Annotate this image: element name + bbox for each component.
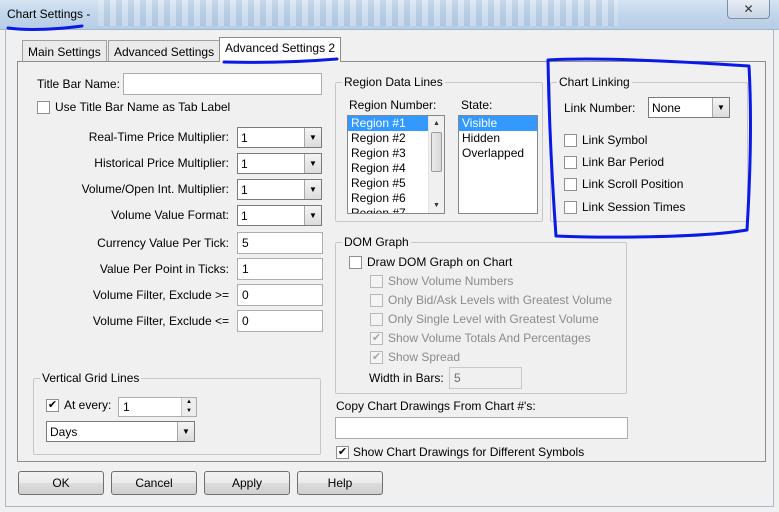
ok-button[interactable]: OK: [18, 471, 104, 495]
combo-value: 1: [241, 183, 248, 197]
region-number-list[interactable]: Region #1 Region #2 Region #3 Region #4 …: [347, 115, 445, 214]
check-icon: ✔: [47, 399, 58, 411]
chevron-down-icon: ▼: [304, 206, 321, 225]
field-label: Volume Value Format:: [111, 208, 229, 222]
volume-filter-lte-input[interactable]: 0: [237, 310, 323, 332]
show-drawings-label: Show Chart Drawings for Different Symbol…: [353, 445, 585, 459]
panel-content: Title Bar Name: Use Title Bar Name as Ta…: [0, 0, 779, 512]
link-session-times-checkbox[interactable]: [564, 201, 577, 214]
only-single-level-checkbox[interactable]: [370, 313, 383, 326]
real-time-price-multiplier-combo[interactable]: 1 ▼: [237, 127, 322, 148]
show-volume-totals-checkbox[interactable]: ✔: [370, 332, 383, 345]
check-icon: ✔: [337, 446, 348, 458]
link-symbol-checkbox[interactable]: [564, 134, 577, 147]
apply-button[interactable]: Apply: [204, 471, 290, 495]
field-label: Real-Time Price Multiplier:: [88, 130, 229, 144]
combo-value: None: [652, 101, 681, 115]
chevron-down-icon: ▼: [304, 180, 321, 199]
field-label: Volume/Open Int. Multiplier:: [81, 182, 229, 196]
field-label: Value Per Point in Ticks:: [99, 262, 229, 276]
dom-option-label: Only Single Level with Greatest Volume: [388, 312, 599, 326]
link-number-label: Link Number:: [564, 101, 636, 115]
dom-option-label: Show Volume Numbers: [388, 274, 514, 288]
field-label: Historical Price Multiplier:: [94, 156, 229, 170]
show-spread-checkbox[interactable]: ✔: [370, 351, 383, 364]
cancel-button[interactable]: Cancel: [111, 471, 197, 495]
region-list-scrollbar[interactable]: ▲ ▼: [428, 116, 444, 213]
volume-open-int-multiplier-combo[interactable]: 1 ▼: [237, 179, 322, 200]
spinner-value: 1: [123, 400, 130, 414]
at-every-checkbox[interactable]: ✔: [46, 399, 59, 412]
list-item[interactable]: Hidden: [459, 131, 537, 146]
check-icon: ✔: [371, 351, 382, 363]
link-bar-period-checkbox[interactable]: [564, 156, 577, 169]
field-label: Volume Filter, Exclude >=: [92, 288, 229, 302]
title-bar-name-input[interactable]: [123, 73, 322, 95]
historical-price-multiplier-combo[interactable]: 1 ▼: [237, 153, 322, 174]
combo-value: Days: [50, 425, 78, 439]
combo-value: 1: [241, 131, 248, 145]
help-button[interactable]: Help: [297, 471, 383, 495]
state-list[interactable]: Visible Hidden Overlapped: [458, 115, 538, 214]
dom-option-label: Only Bid/Ask Levels with Greatest Volume: [388, 293, 613, 307]
link-scroll-position-checkbox[interactable]: [564, 178, 577, 191]
list-item[interactable]: Visible: [459, 116, 537, 131]
group-title: Region Data Lines: [342, 75, 445, 89]
width-in-bars-label: Width in Bars:: [369, 371, 444, 385]
chevron-down-icon: ▼: [304, 128, 321, 147]
group-title: Vertical Grid Lines: [40, 371, 142, 385]
volume-filter-gte-input[interactable]: 0: [237, 284, 323, 306]
at-every-label: At every:: [64, 398, 112, 412]
volume-value-format-combo[interactable]: 1 ▼: [237, 205, 322, 226]
link-bar-period-label: Link Bar Period: [582, 155, 665, 169]
at-every-spinner[interactable]: 1 ▲ ▼: [118, 397, 197, 417]
value-per-point-input[interactable]: 1: [237, 258, 323, 280]
use-title-label: Use Title Bar Name as Tab Label: [55, 100, 231, 114]
group-title: DOM Graph: [342, 235, 411, 249]
field-label: Currency Value Per Tick:: [97, 236, 229, 250]
dom-option-label: Show Volume Totals And Percentages: [388, 331, 591, 345]
link-number-combo[interactable]: None ▼: [648, 97, 730, 118]
scroll-up-icon[interactable]: ▲: [429, 116, 444, 131]
chevron-down-icon: ▼: [304, 154, 321, 173]
combo-value: 1: [241, 157, 248, 171]
draw-dom-graph-checkbox[interactable]: [349, 256, 362, 269]
region-number-label: Region Number:: [349, 98, 437, 112]
group-title: Chart Linking: [557, 75, 632, 89]
combo-value: 1: [241, 209, 248, 223]
currency-value-per-tick-input[interactable]: 5: [237, 232, 323, 254]
scroll-thumb[interactable]: [431, 132, 442, 172]
use-title-checkbox[interactable]: [37, 101, 50, 114]
copy-drawings-label: Copy Chart Drawings From Chart #'s:: [336, 399, 536, 413]
link-symbol-label: Link Symbol: [582, 133, 648, 147]
field-label: Volume Filter, Exclude <=: [92, 314, 229, 328]
chevron-down-icon: ▼: [177, 422, 194, 441]
show-volume-numbers-checkbox[interactable]: [370, 275, 383, 288]
grid-unit-combo[interactable]: Days ▼: [46, 421, 195, 442]
width-in-bars-input[interactable]: 5: [449, 367, 522, 389]
draw-dom-graph-label: Draw DOM Graph on Chart: [367, 255, 513, 269]
check-icon: ✔: [371, 332, 382, 344]
link-scroll-position-label: Link Scroll Position: [582, 177, 684, 191]
copy-drawings-input[interactable]: [335, 417, 628, 439]
chevron-down-icon: ▼: [712, 98, 729, 117]
spin-up-icon[interactable]: ▲: [181, 398, 196, 407]
list-item[interactable]: Overlapped: [459, 146, 537, 161]
spin-down-icon[interactable]: ▼: [181, 407, 196, 416]
state-label: State:: [461, 98, 493, 112]
scroll-down-icon[interactable]: ▼: [429, 198, 444, 213]
only-bid-ask-checkbox[interactable]: [370, 294, 383, 307]
show-drawings-checkbox[interactable]: ✔: [336, 446, 349, 459]
title-bar-name-label: Title Bar Name:: [37, 77, 120, 91]
link-session-times-label: Link Session Times: [582, 200, 686, 214]
dom-option-label: Show Spread: [388, 350, 461, 364]
